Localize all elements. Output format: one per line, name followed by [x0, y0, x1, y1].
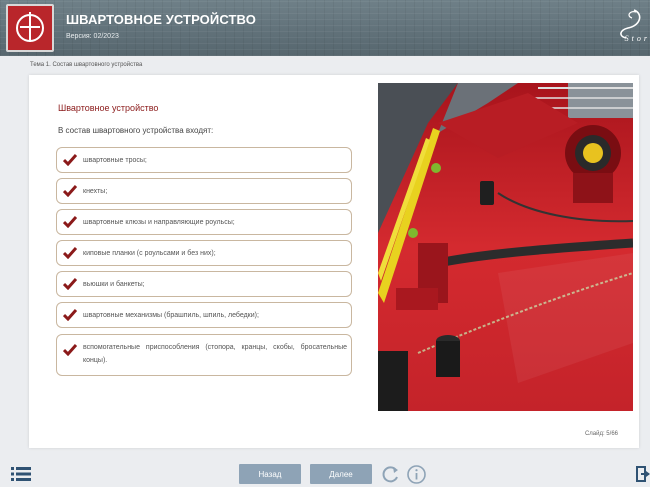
- list-item-text: вспомогательные приспособления (стопора,…: [83, 344, 347, 364]
- course-version: Версия: 02/2023: [66, 33, 119, 40]
- course-logo: [6, 4, 54, 52]
- prev-button[interactable]: Назад: [239, 464, 301, 484]
- anchor-wheel-icon: [16, 12, 44, 42]
- list-item-text: швартовные механизмы (брашпиль, шпиль, л…: [83, 312, 259, 319]
- app-header: ШВАРТОВНОЕ УСТРОЙСТВО Версия: 02/2023 St…: [0, 0, 650, 56]
- list-item: швартовные механизмы (брашпиль, шпиль, л…: [56, 302, 352, 328]
- list-item: вьюшки и банкеты;: [56, 271, 352, 297]
- slide-intro: В состав швартовного устройства входят:: [58, 126, 214, 135]
- list-item-text: швартовные тросы;: [83, 157, 147, 164]
- list-item: швартовные тросы;: [56, 147, 352, 173]
- breadcrumb: Тема 1. Состав швартовного устройства: [30, 62, 143, 68]
- slide-title: Швартовное устройство: [58, 103, 159, 113]
- checkmark-icon: [63, 344, 77, 356]
- list-item-text: кнехты;: [83, 188, 108, 195]
- list-item-text: швартовные клюзы и направляющие роульсы;: [83, 219, 235, 226]
- checkmark-icon: [63, 154, 77, 166]
- list-item-text: вьюшки и банкеты;: [83, 281, 145, 288]
- checkmark-icon: [63, 185, 77, 197]
- list-item: швартовные клюзы и направляющие роульсы;: [56, 209, 352, 235]
- course-title: ШВАРТОВНОЕ УСТРОЙСТВО: [66, 12, 256, 27]
- list-item: кнехты;: [56, 178, 352, 204]
- checkmark-icon: [63, 216, 77, 228]
- slide-counter: Слайд: 5/66: [584, 431, 618, 437]
- list-item-text: киповые планки (с роульсами и без них);: [83, 250, 216, 257]
- reload-icon[interactable]: [380, 464, 401, 485]
- next-button[interactable]: Далее: [310, 464, 372, 484]
- exit-icon[interactable]: [636, 466, 650, 482]
- list-menu-icon[interactable]: [11, 467, 31, 481]
- deck-photo: [378, 83, 633, 411]
- checkmark-icon: [63, 278, 77, 290]
- list-item: киповые планки (с роульсами и без них);: [56, 240, 352, 266]
- info-icon[interactable]: [406, 464, 427, 485]
- list-item: вспомогательные приспособления (стопора,…: [56, 334, 352, 376]
- brand-wordmark: Stor: [624, 34, 650, 43]
- checkmark-icon: [63, 309, 77, 321]
- checkmark-icon: [63, 247, 77, 259]
